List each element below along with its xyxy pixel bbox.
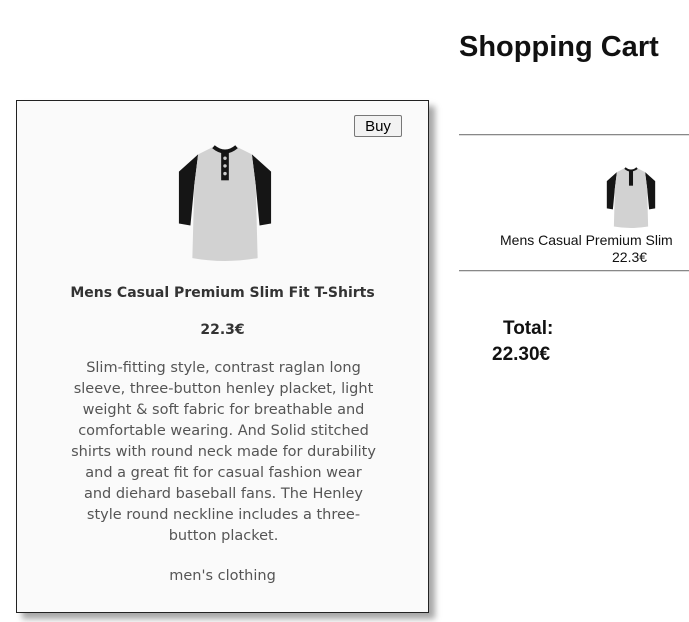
cart-total-value: 22.30€	[492, 344, 551, 365]
cart-total-label: Total:	[503, 318, 554, 339]
henley-shirt-icon	[178, 145, 272, 261]
cart-top-divider	[459, 134, 689, 136]
henley-shirt-thumbnail	[606, 167, 656, 228]
buy-button[interactable]: Buy	[354, 115, 402, 137]
cart-item-price: 22.3€	[612, 249, 648, 265]
cart-item-name: Mens Casual Premium Slim	[500, 232, 673, 248]
product-price: 22.3€	[200, 322, 245, 338]
cart-title: Shopping Cart	[459, 31, 659, 63]
product-description: Slim-fitting style, contrast raglan long…	[71, 360, 376, 544]
product-title: Mens Casual Premium Slim Fit T-Shirts	[70, 285, 375, 301]
product-card: Buy Mens Casual Premium Slim Fit T-Shirt…	[16, 100, 429, 613]
cart-bottom-divider	[459, 270, 689, 272]
product-category: men's clothing	[169, 568, 276, 584]
